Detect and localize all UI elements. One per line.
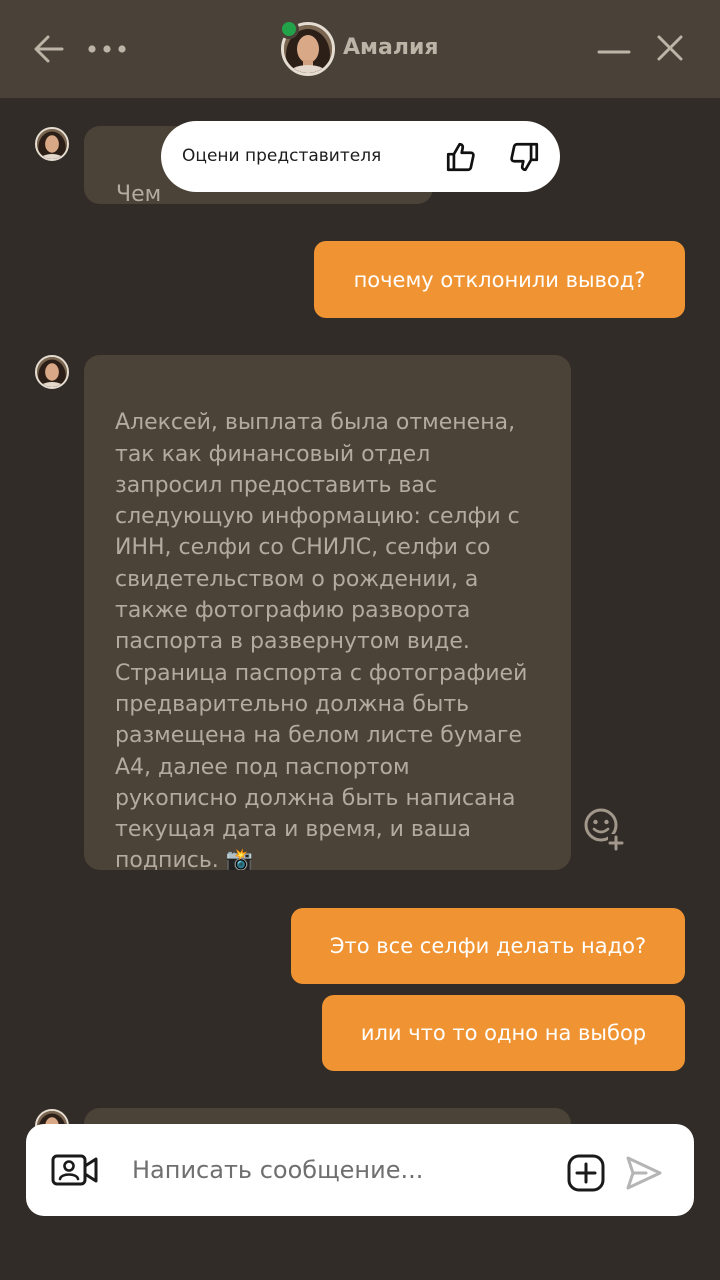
minimize-icon <box>597 50 631 54</box>
agent-message-text: Алексей, выплата была отменена, так как … <box>115 410 528 870</box>
close-button[interactable] <box>648 26 692 70</box>
user-message-bubble: почему отклонили вывод? <box>314 241 685 318</box>
minimize-button[interactable] <box>592 28 636 70</box>
user-message-bubble: Это все селфи делать надо? <box>291 908 685 984</box>
agent-name: Амалия <box>343 35 439 60</box>
add-square-icon <box>567 1154 605 1192</box>
user-message-text: или что то одно на выбор <box>360 1021 647 1045</box>
add-reaction-button[interactable] <box>582 806 628 852</box>
ellipsis-icon <box>88 45 126 53</box>
message-input[interactable] <box>132 1150 552 1190</box>
online-status-dot <box>279 19 299 39</box>
close-icon <box>657 35 683 61</box>
agent-message-avatar <box>35 355 69 389</box>
rate-agent-popup: Оцени представителя <box>161 121 560 192</box>
agent-message-text: Чем <box>116 182 162 204</box>
thumbs-up-icon <box>446 142 475 172</box>
like-button[interactable] <box>439 135 483 179</box>
back-button[interactable] <box>28 28 70 70</box>
rate-agent-label: Оцени представителя <box>182 146 382 166</box>
chat-header: Амалия <box>0 0 720 98</box>
agent-message-bubble: Алексей, выплата была отменена, так как … <box>84 355 571 870</box>
user-message-text: почему отклонили вывод? <box>353 267 646 292</box>
dislike-button[interactable] <box>502 135 546 179</box>
user-message-bubble: или что то одно на выбор <box>322 995 685 1071</box>
video-call-button[interactable] <box>50 1149 100 1191</box>
send-icon <box>626 1156 662 1190</box>
send-button[interactable] <box>624 1153 666 1193</box>
user-message-text: Это все селфи делать надо? <box>329 934 647 958</box>
arrow-left-icon <box>34 35 64 63</box>
thumbs-down-icon <box>510 142 539 172</box>
menu-button[interactable] <box>84 28 130 70</box>
agent-message-avatar <box>35 127 69 161</box>
add-reaction-icon <box>584 808 624 851</box>
attach-button[interactable] <box>566 1153 606 1193</box>
message-composer <box>26 1124 694 1216</box>
video-call-icon <box>51 1154 98 1186</box>
